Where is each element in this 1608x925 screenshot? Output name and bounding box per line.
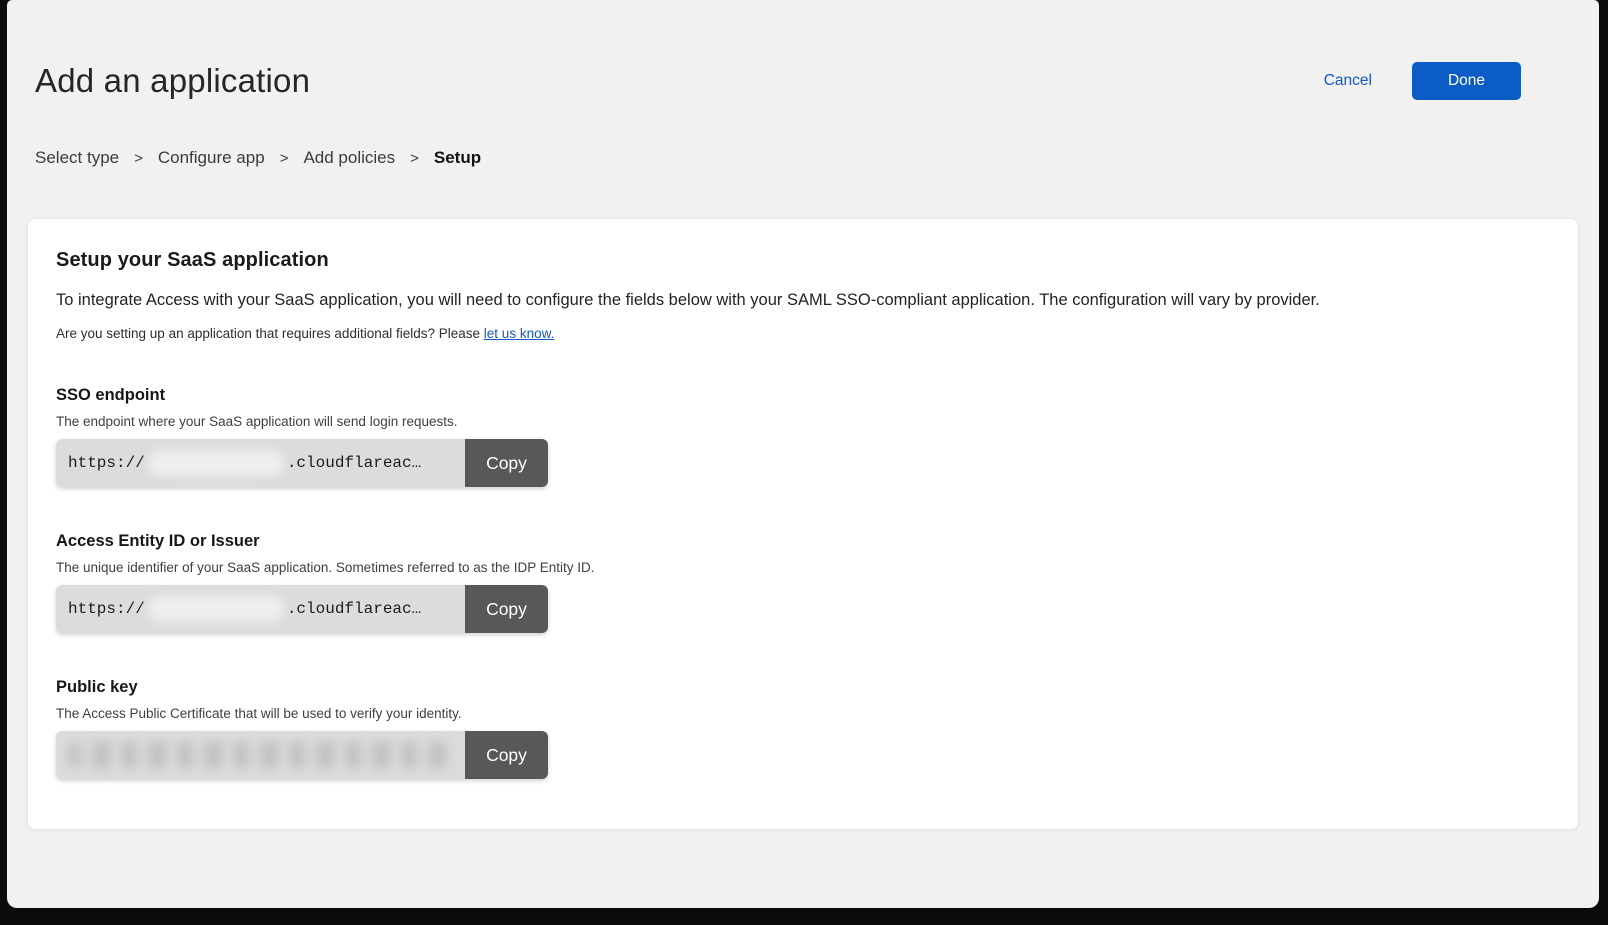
- public-key-value[interactable]: [56, 731, 465, 779]
- value-prefix: https://: [68, 600, 145, 618]
- value-suffix: .cloudflareac…: [287, 454, 421, 472]
- entity-id-value-row: https:// .cloudflareac… Copy: [56, 585, 548, 633]
- cancel-button[interactable]: Cancel: [1324, 72, 1372, 90]
- field-label: SSO endpoint: [56, 386, 1550, 405]
- entity-id-group: Access Entity ID or Issuer The unique id…: [56, 532, 1550, 633]
- redacted-text: [148, 596, 284, 622]
- value-suffix: .cloudflareac…: [287, 600, 421, 618]
- entity-id-value[interactable]: https:// .cloudflareac…: [56, 585, 465, 633]
- copy-button[interactable]: Copy: [465, 731, 548, 779]
- field-description: The Access Public Certificate that will …: [56, 706, 1550, 721]
- field-label: Public key: [56, 678, 1550, 697]
- public-key-value-row: Copy: [56, 731, 548, 779]
- note-text: Are you setting up an application that r…: [56, 326, 480, 341]
- sso-endpoint-group: SSO endpoint The endpoint where your Saa…: [56, 386, 1550, 487]
- page-title: Add an application: [35, 62, 1521, 100]
- breadcrumb-separator: >: [280, 150, 289, 167]
- breadcrumb-add-policies[interactable]: Add policies: [303, 148, 395, 168]
- header-actions: Cancel Done: [1324, 62, 1521, 100]
- field-description: The unique identifier of your SaaS appli…: [56, 560, 1550, 575]
- redacted-text: [68, 742, 450, 768]
- field-label: Access Entity ID or Issuer: [56, 532, 1550, 551]
- sso-endpoint-value[interactable]: https:// .cloudflareac…: [56, 439, 465, 487]
- breadcrumb: Select type > Configure app > Add polici…: [7, 148, 1599, 168]
- breadcrumb-configure-app[interactable]: Configure app: [158, 148, 265, 168]
- copy-button[interactable]: Copy: [465, 439, 548, 487]
- page-header: Add an application Cancel Done: [7, 0, 1599, 100]
- app-window: Add an application Cancel Done Select ty…: [7, 0, 1599, 908]
- copy-button[interactable]: Copy: [465, 585, 548, 633]
- public-key-group: Public key The Access Public Certificate…: [56, 678, 1550, 779]
- setup-card: Setup your SaaS application To integrate…: [27, 218, 1579, 830]
- breadcrumb-separator: >: [134, 150, 143, 167]
- breadcrumb-select-type[interactable]: Select type: [35, 148, 119, 168]
- done-button[interactable]: Done: [1412, 62, 1521, 100]
- breadcrumb-setup[interactable]: Setup: [434, 148, 481, 168]
- card-note: Are you setting up an application that r…: [56, 326, 1550, 341]
- card-heading: Setup your SaaS application: [56, 249, 1550, 272]
- sso-endpoint-value-row: https:// .cloudflareac… Copy: [56, 439, 548, 487]
- card-intro: To integrate Access with your SaaS appli…: [56, 289, 1550, 311]
- let-us-know-link[interactable]: let us know.: [484, 326, 555, 341]
- redacted-text: [148, 450, 284, 476]
- field-description: The endpoint where your SaaS application…: [56, 414, 1550, 429]
- value-prefix: https://: [68, 454, 145, 472]
- breadcrumb-separator: >: [410, 150, 419, 167]
